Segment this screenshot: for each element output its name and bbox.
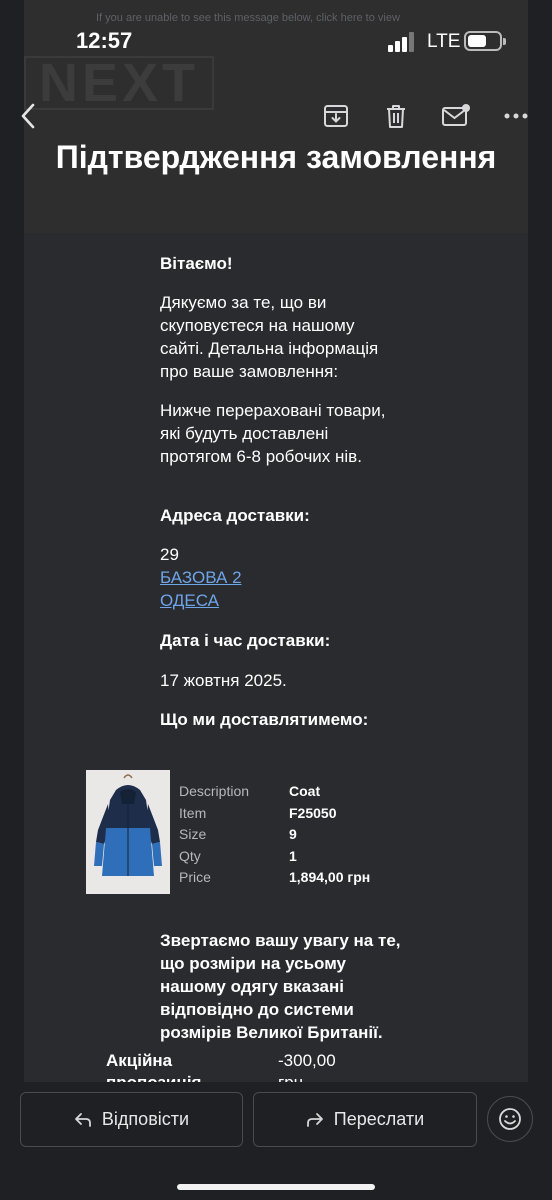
product-details: Description Coat Item F25050 Size 9 Qty 1 Pr…: [179, 781, 370, 889]
delivery-date-heading: Дата і час доставки:: [160, 631, 331, 650]
items-heading: Що ми доставлятимемо:: [160, 710, 369, 729]
detail-row-price: Price 1,894,00 грн: [179, 869, 371, 885]
size-notice: Звертаємо вашу увагу на те, що розміри н…: [160, 931, 401, 1042]
intro-paragraph: Дякуємо за те, що ви скуповуєтеся на наш…: [160, 293, 379, 381]
forward-label: Переслати: [333, 1109, 425, 1129]
cellular-signal-icon: [388, 32, 414, 52]
archive-button[interactable]: [318, 98, 354, 134]
detail-row-item: Item F25050: [179, 804, 337, 821]
chevron-left-icon: [21, 103, 35, 129]
more-button[interactable]: [498, 98, 534, 134]
detail-row-qty: Qty 1: [179, 847, 297, 864]
promo-row: Акційна пропозиція -300,00 грн: [106, 1050, 346, 1082]
delete-button[interactable]: [378, 98, 414, 134]
detail-row-description: Description Coat: [179, 783, 321, 799]
emoji-smile-icon: [499, 1108, 521, 1130]
email-toolbar: [0, 84, 552, 148]
back-button[interactable]: [10, 98, 46, 134]
mark-unread-button[interactable]: [438, 98, 474, 134]
greeting: Вітаємо!: [160, 254, 233, 273]
status-bar: 12:57 LTE: [0, 0, 552, 84]
home-indicator[interactable]: [177, 1184, 375, 1190]
address-heading: Адреса доставки:: [160, 506, 310, 525]
address-street-link[interactable]: БАЗОВА 2: [160, 566, 400, 589]
product-image-coat[interactable]: [86, 770, 170, 894]
promo-label: Акційна пропозиція: [106, 1051, 201, 1082]
battery-icon: [464, 31, 506, 51]
archive-icon: [324, 105, 348, 127]
bottom-action-bar: Відповісти Переслати: [0, 1082, 552, 1200]
emoji-reaction-button[interactable]: [487, 1096, 533, 1142]
mail-unread-icon: [442, 104, 470, 126]
address-block: 29 БАЗОВА 2 ОДЕСА: [160, 543, 400, 612]
email-body: If you are unable to see this message be…: [24, 0, 528, 1082]
detail-row-size: Size 9: [179, 826, 297, 842]
address-line-1: 29: [160, 545, 179, 564]
forward-icon: [306, 1112, 323, 1127]
recalc-note: Нижче перераховані товари, які будуть до…: [160, 401, 386, 466]
address-city-link[interactable]: ОДЕСА: [160, 589, 400, 612]
more-horizontal-icon: [504, 113, 528, 119]
promo-amount: -300,00 грн: [278, 1051, 336, 1082]
status-time: 12:57: [76, 28, 133, 53]
forward-button[interactable]: Переслати: [253, 1092, 477, 1147]
trash-icon: [387, 105, 405, 128]
delivery-date-value: 17 жовтня 2025.: [160, 671, 287, 690]
reply-icon: [75, 1112, 91, 1127]
reply-label: Відповісти: [101, 1109, 190, 1129]
reply-button[interactable]: Відповісти: [20, 1092, 243, 1147]
network-type: LTE: [427, 31, 461, 52]
